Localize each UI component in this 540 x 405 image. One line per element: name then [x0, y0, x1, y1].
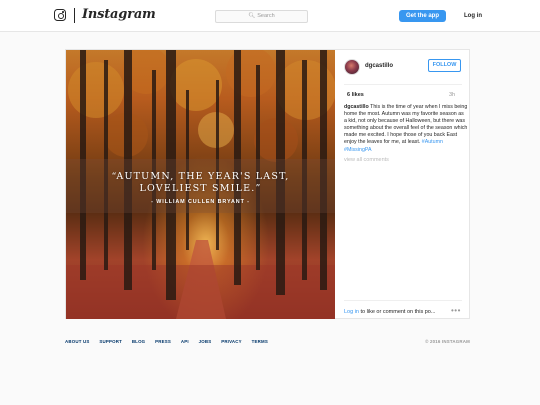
avatar[interactable] [344, 59, 360, 75]
logo-divider [74, 8, 75, 23]
footer-link-terms[interactable]: TERMS [252, 339, 268, 344]
caption-username[interactable]: dgcastillo [344, 104, 369, 110]
footer-link-about[interactable]: ABOUT US [65, 339, 90, 344]
more-options-icon[interactable]: ••• [451, 306, 461, 315]
search-icon: 🔍︎ [248, 13, 256, 19]
instagram-camera-icon[interactable] [54, 9, 66, 21]
footer-link-privacy[interactable]: PRIVACY [221, 339, 242, 344]
caption-text: This is the time of year when I miss bei… [344, 104, 468, 146]
login-link[interactable]: Log in [464, 10, 482, 22]
search-placeholder: Search [257, 13, 275, 19]
footer-links: ABOUT US SUPPORT BLOG PRESS API JOBS PRI… [65, 339, 277, 344]
comment-prompt: Log in to like or comment on this po... [344, 309, 435, 315]
post-caption: dgcastillo This is the time of year when… [344, 104, 468, 154]
footer-link-jobs[interactable]: JOBS [199, 339, 212, 344]
post-photo[interactable]: “AUTUMN, THE YEAR'S LAST, LOVELIEST SMIL… [66, 50, 335, 319]
top-navigation: Instagram 🔍︎ Search Get the app Log in [0, 0, 540, 32]
quote-line-1: “AUTUMN, THE YEAR'S LAST, [111, 171, 290, 182]
footer-link-api[interactable]: API [181, 339, 189, 344]
quote-line-2: LOVELIEST SMILE.” [139, 183, 262, 194]
view-all-comments-link[interactable]: view all comments [344, 157, 389, 163]
header-divider [344, 84, 462, 85]
footer-link-press[interactable]: PRESS [155, 339, 171, 344]
post-sidebar: dgcastillo FOLLOW 6 likes 3h dgcastillo … [336, 50, 470, 319]
footer-link-support[interactable]: SUPPORT [99, 339, 122, 344]
search-input[interactable]: 🔍︎ Search [215, 10, 308, 23]
likes-count[interactable]: 6 likes [347, 92, 364, 98]
footer-link-blog[interactable]: BLOG [132, 339, 145, 344]
copyright: © 2016 INSTAGRAM [425, 339, 470, 344]
footer-divider [344, 300, 462, 301]
follow-button[interactable]: FOLLOW [428, 59, 461, 72]
post-username[interactable]: dgcastillo [365, 63, 393, 69]
get-the-app-button[interactable]: Get the app [399, 10, 446, 22]
comment-prompt-text: to like or comment on this po... [360, 309, 436, 315]
quote-author: - WILLIAM CULLEN BRYANT - [151, 199, 250, 205]
post-card: “AUTUMN, THE YEAR'S LAST, LOVELIEST SMIL… [65, 49, 470, 319]
post-timestamp[interactable]: 3h [449, 92, 455, 98]
comment-login-link[interactable]: Log in [344, 309, 359, 315]
instagram-wordmark[interactable]: Instagram [82, 7, 156, 22]
